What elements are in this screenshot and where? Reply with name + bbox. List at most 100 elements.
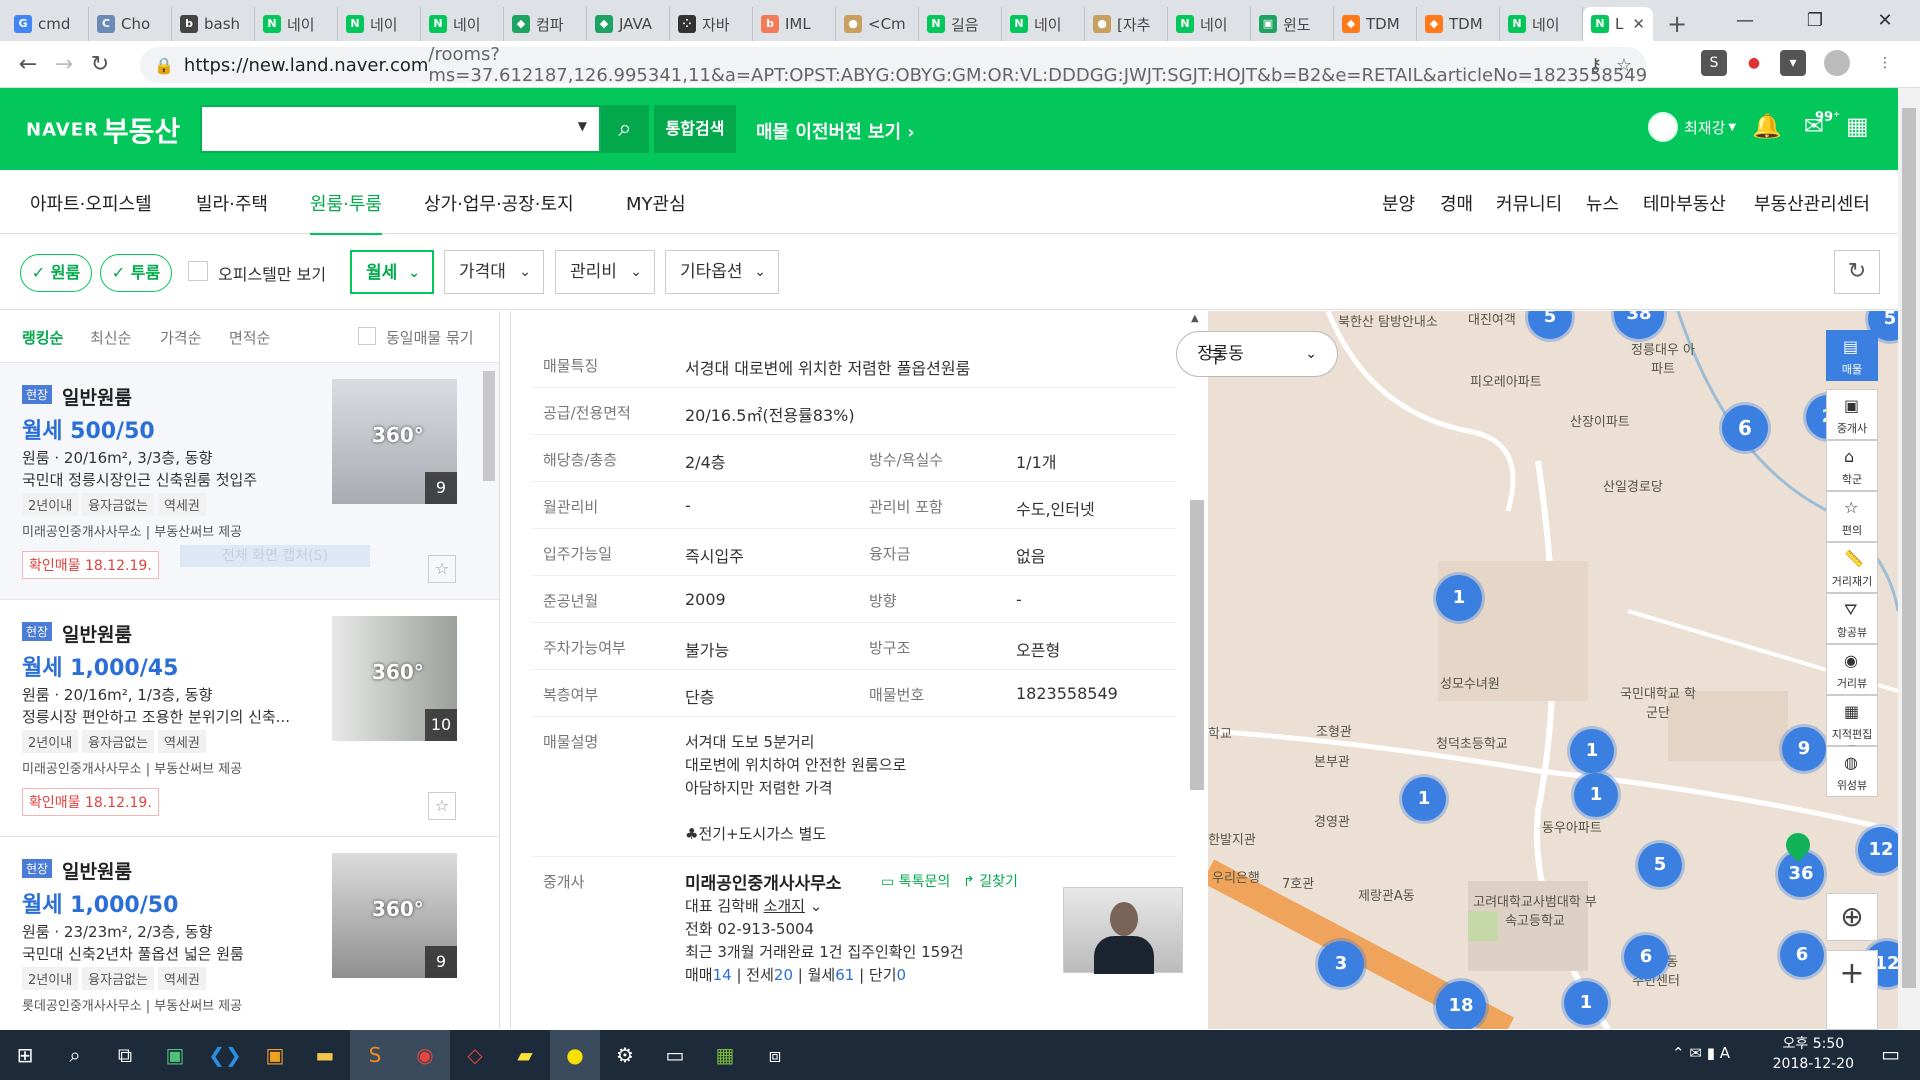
- tray-icons[interactable]: ⌃ ✉ ▮ A: [1672, 1044, 1730, 1062]
- nav-villa-house[interactable]: 빌라·주택: [196, 190, 268, 216]
- menu-dots-icon[interactable]: ⋮: [1872, 50, 1898, 76]
- key-icon[interactable]: ⚷: [1589, 55, 1602, 76]
- map-cluster[interactable]: 9: [1782, 727, 1826, 771]
- bookmark-star-icon[interactable]: ☆: [1616, 55, 1632, 76]
- item-photo[interactable]: 360° 9: [332, 379, 457, 504]
- group-same-checkbox[interactable]: [358, 327, 376, 345]
- tool-agent[interactable]: ▣ 중개사: [1826, 389, 1878, 440]
- detail-scrollbar[interactable]: [1190, 500, 1204, 790]
- search-icon[interactable]: ⌕: [50, 1030, 100, 1080]
- search-icon[interactable]: ⌕: [601, 105, 649, 153]
- browser-tab[interactable]: N 네이: [255, 7, 338, 41]
- list-item[interactable]: 현장 일반원룸 월세 500/50 원룸 · 20/16m², 3/3층, 동향…: [0, 363, 499, 600]
- sticky-notes-icon[interactable]: ▰: [500, 1030, 550, 1080]
- browser-tab[interactable]: ◆ JAVA: [587, 7, 670, 41]
- browser-tab-active[interactable]: N L ✕: [1583, 7, 1653, 41]
- sort-newest[interactable]: 최신순: [90, 327, 131, 348]
- forward-icon[interactable]: →: [46, 52, 82, 77]
- map-cluster[interactable]: 1: [1402, 777, 1446, 821]
- route-link[interactable]: ↱ 길찾기: [963, 871, 1018, 891]
- pocket-icon[interactable]: ▾: [1780, 50, 1806, 76]
- search-input[interactable]: ▼: [200, 105, 601, 153]
- extension-icon[interactable]: ●: [1741, 50, 1767, 76]
- gu-label[interactable]: 구: [1208, 343, 1224, 368]
- map-view[interactable]: 북한산 탐방안내소 대진여객 정릉대우 아파트 피오레아파트 산장이파트 산일경…: [1208, 311, 1898, 1029]
- windows-start-icon[interactable]: ⊞: [0, 1030, 50, 1080]
- sort-ranking[interactable]: 랭킹순: [22, 327, 63, 348]
- app-icon[interactable]: ▦: [700, 1030, 750, 1080]
- browser-tab[interactable]: ▣ 윈도: [1251, 7, 1334, 41]
- scrollbar[interactable]: [483, 371, 495, 481]
- browser-tab[interactable]: ⁘ 자바: [670, 7, 753, 41]
- management-fee-dropdown[interactable]: 관리비 ⌄: [555, 250, 655, 294]
- task-view-icon[interactable]: ⧉: [100, 1030, 150, 1080]
- app-icon[interactable]: ▣: [150, 1030, 200, 1080]
- zoom-in-button[interactable]: +: [1826, 950, 1878, 1030]
- new-tab-button[interactable]: +: [1653, 7, 1701, 41]
- profile-icon[interactable]: [1824, 50, 1850, 76]
- user-menu[interactable]: 최재강 ▼: [1648, 112, 1736, 142]
- browser-tab[interactable]: N 네이: [1168, 7, 1251, 41]
- sort-price[interactable]: 가격순: [160, 327, 201, 348]
- scroll-up-icon[interactable]: ▲: [1191, 313, 1199, 324]
- file-explorer-icon[interactable]: ▬: [300, 1030, 350, 1080]
- browser-tab[interactable]: Gcmd: [6, 7, 89, 41]
- browser-tab[interactable]: ◆ TDM: [1417, 7, 1500, 41]
- tool-satellite[interactable]: ◍ 위성뷰: [1826, 746, 1878, 797]
- map-cluster[interactable]: 1: [1564, 981, 1608, 1025]
- browser-tab[interactable]: ● <Cm: [836, 7, 919, 41]
- dong-selector[interactable]: 정릉동 ⌄: [1176, 331, 1338, 377]
- nav-presale[interactable]: 분양: [1382, 190, 1415, 216]
- officetel-only-checkbox[interactable]: [188, 261, 208, 281]
- reload-icon[interactable]: ↻: [82, 52, 118, 77]
- nav-management-center[interactable]: 부동산관리센터: [1754, 190, 1870, 216]
- notification-icon[interactable]: ▭: [1881, 1042, 1900, 1066]
- app-icon[interactable]: ⧈: [750, 1030, 800, 1080]
- nav-commercial[interactable]: 상가·업무·공장·토지: [424, 190, 574, 216]
- rent-type-dropdown[interactable]: 월세 ⌄: [350, 250, 434, 294]
- tool-measure[interactable]: 📏 거리재기: [1826, 542, 1878, 593]
- favorite-star-icon[interactable]: ☆: [428, 792, 456, 820]
- filter-oneroom-chip[interactable]: ✓ 원룸: [20, 254, 92, 292]
- vscode-icon[interactable]: ❮❯: [200, 1030, 250, 1080]
- git-icon[interactable]: ◇: [450, 1030, 500, 1080]
- browser-tab[interactable]: ● [자추: [1085, 7, 1168, 41]
- bell-icon[interactable]: 🔔: [1752, 112, 1782, 140]
- other-options-dropdown[interactable]: 기타옵션 ⌄: [665, 250, 779, 294]
- browser-tab[interactable]: b IML: [753, 7, 836, 41]
- browser-tab[interactable]: N 네이: [1002, 7, 1085, 41]
- map-cluster[interactable]: 12: [1858, 827, 1898, 873]
- extension-s-icon[interactable]: S: [1701, 50, 1727, 76]
- browser-tab[interactable]: N 길음: [919, 7, 1002, 41]
- maximize-icon[interactable]: ❐: [1780, 0, 1850, 41]
- nav-oneroom-tworoom[interactable]: 원룸·투룸: [310, 190, 382, 236]
- talk-link[interactable]: ▭ 톡톡문의: [881, 871, 950, 891]
- map-cluster[interactable]: 3: [1318, 941, 1364, 987]
- filter-tworoom-chip[interactable]: ✓ 투룸: [100, 254, 172, 292]
- url-field[interactable]: 🔒 https://new.land.naver.com/rooms?ms=37…: [140, 44, 1647, 86]
- nav-my-interest[interactable]: MY관심: [626, 190, 686, 216]
- nav-auction[interactable]: 경매: [1440, 190, 1473, 216]
- current-location-icon[interactable]: ⊕: [1826, 893, 1878, 941]
- chrome-icon[interactable]: ◉: [400, 1030, 450, 1080]
- item-photo[interactable]: 360° 10: [332, 616, 457, 741]
- page-scrollbar[interactable]: [1898, 88, 1920, 1029]
- tool-streetview[interactable]: ◉ 거리뷰: [1826, 644, 1878, 695]
- sort-area[interactable]: 면적순: [229, 327, 270, 348]
- map-cluster[interactable]: 1: [1436, 575, 1482, 621]
- map-cluster[interactable]: 5: [1638, 843, 1682, 887]
- browser-tab[interactable]: ◆ 컴파: [504, 7, 587, 41]
- settings-icon[interactable]: ⚙: [600, 1030, 650, 1080]
- integrated-search-button[interactable]: 통합검색: [654, 105, 736, 153]
- tool-convenience[interactable]: ☆ 편의: [1826, 491, 1878, 542]
- map-cluster[interactable]: 18: [1436, 981, 1486, 1029]
- close-tab-icon[interactable]: ✕: [1632, 15, 1645, 33]
- nav-theme[interactable]: 테마부동산: [1643, 190, 1726, 216]
- officetel-only-label[interactable]: 오피스텔만 보기: [218, 261, 326, 285]
- list-item[interactable]: 현장 일반원룸 월세 1,000/50 원룸 · 23/23m², 2/3층, …: [0, 837, 499, 1029]
- apps-grid-icon[interactable]: ▦: [1846, 112, 1869, 140]
- map-cluster[interactable]: 6: [1722, 405, 1768, 451]
- nav-apt-officetel[interactable]: 아파트·오피스텔: [30, 190, 152, 216]
- map-cluster[interactable]: 1: [1574, 773, 1618, 817]
- browser-tab[interactable]: b bash: [172, 7, 255, 41]
